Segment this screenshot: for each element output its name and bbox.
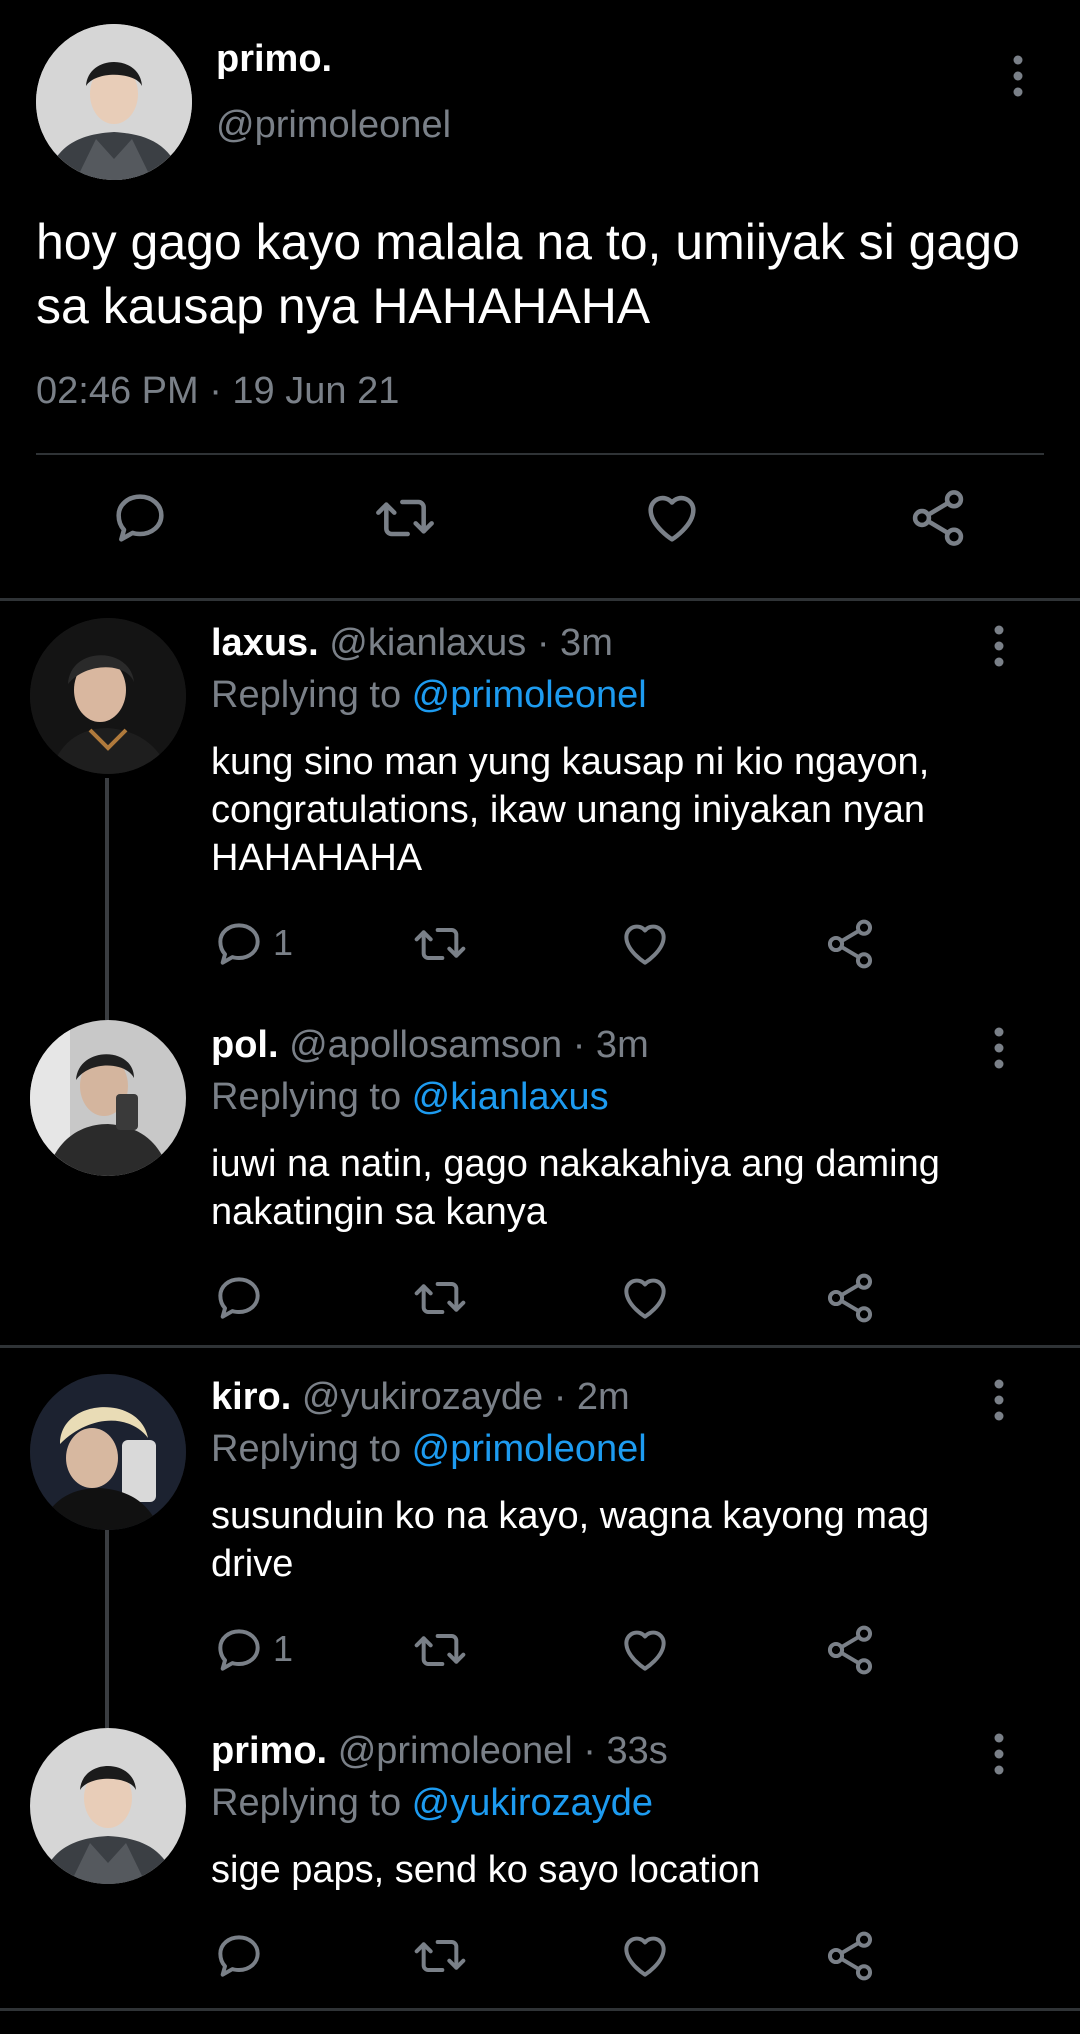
- reply-actions: [211, 1270, 911, 1326]
- reply-actions: 1: [211, 1622, 911, 1678]
- avatar-image: [30, 1020, 186, 1176]
- section-divider: [0, 598, 1080, 601]
- like-icon[interactable]: [617, 1928, 673, 1984]
- more-options-icon[interactable]: [1000, 52, 1036, 100]
- thread-line: [105, 1530, 109, 1728]
- replying-to-label: Replying to: [211, 1076, 412, 1118]
- retweet-icon[interactable]: [412, 1622, 468, 1678]
- tweet-actions: [0, 486, 1080, 570]
- like-icon[interactable]: [617, 1270, 673, 1326]
- replying-to-mention[interactable]: @kianlaxus: [412, 1076, 609, 1118]
- reply-avatar[interactable]: [30, 1728, 186, 1884]
- more-options-icon[interactable]: [981, 1376, 1017, 1424]
- reply-count: 1: [273, 1628, 294, 1669]
- reply-meta: @apollosamson · 3m: [289, 1024, 649, 1066]
- reply-text: sige paps, send ko sayo location: [211, 1849, 761, 1891]
- reply-icon[interactable]: [211, 1928, 267, 1984]
- replying-to-label: Replying to: [211, 1428, 412, 1470]
- reply-icon[interactable]: 1: [211, 1622, 331, 1678]
- reply-text: susunduin ko na kayo, wagna kayong mag d…: [211, 1495, 930, 1585]
- tweet-timestamp: 02:46 PM · 19 Jun 21: [36, 370, 400, 412]
- replying-to-label: Replying to: [211, 674, 412, 716]
- reply-author-name[interactable]: primo.: [211, 1730, 327, 1772]
- reply-author-name[interactable]: kiro.: [211, 1376, 291, 1418]
- author-avatar[interactable]: [36, 24, 192, 180]
- reply-avatar[interactable]: [30, 1374, 186, 1530]
- more-options-icon[interactable]: [981, 622, 1017, 670]
- reply-author-name[interactable]: laxus.: [211, 622, 319, 664]
- share-icon[interactable]: [822, 1270, 878, 1326]
- share-icon[interactable]: [906, 486, 970, 550]
- replying-to-mention[interactable]: @yukirozayde: [412, 1782, 653, 1824]
- like-icon[interactable]: [617, 916, 673, 972]
- avatar-image: [30, 618, 186, 774]
- retweet-icon[interactable]: [412, 1928, 468, 1984]
- author-handle[interactable]: @primoleonel: [216, 104, 451, 147]
- share-icon[interactable]: [822, 916, 878, 972]
- section-divider: [0, 2008, 1080, 2011]
- reply-meta: @kianlaxus · 3m: [329, 622, 613, 664]
- reply-avatar[interactable]: [30, 618, 186, 774]
- reply-text: iuwi na natin, gago nakakahiya ang damin…: [211, 1143, 940, 1233]
- author-name[interactable]: primo.: [216, 38, 332, 81]
- replying-to-mention[interactable]: @primoleonel: [412, 674, 647, 716]
- reply-icon[interactable]: [108, 486, 172, 550]
- reply-icon[interactable]: [211, 1270, 267, 1326]
- reply-meta: @yukirozayde · 2m: [301, 1376, 630, 1418]
- avatar-image: [30, 1374, 186, 1530]
- avatar-image: [36, 24, 192, 180]
- reply-count: 1: [273, 922, 294, 963]
- reply-author-name[interactable]: pol.: [211, 1024, 279, 1066]
- section-divider: [0, 1345, 1080, 1348]
- like-icon[interactable]: [617, 1622, 673, 1678]
- reply-text: kung sino man yung kausap ni kio ngayon,…: [211, 741, 930, 879]
- divider: [36, 453, 1044, 455]
- retweet-icon[interactable]: [412, 916, 468, 972]
- reply-meta: @primoleonel · 33s: [337, 1730, 668, 1772]
- thread-line: [105, 778, 109, 1020]
- reply-icon[interactable]: 1: [211, 916, 331, 972]
- avatar-image: [30, 1728, 186, 1884]
- like-icon[interactable]: [640, 486, 704, 550]
- more-options-icon[interactable]: [981, 1730, 1017, 1778]
- tweet-text: hoy gago kayo malala na to, umiiyak si g…: [36, 214, 1020, 334]
- retweet-icon[interactable]: [412, 1270, 468, 1326]
- reply-actions: [211, 1928, 911, 1984]
- share-icon[interactable]: [822, 1622, 878, 1678]
- replying-to-mention[interactable]: @primoleonel: [412, 1428, 647, 1470]
- reply-actions: 1: [211, 916, 911, 972]
- share-icon[interactable]: [822, 1928, 878, 1984]
- reply-avatar[interactable]: [30, 1020, 186, 1176]
- replying-to-label: Replying to: [211, 1782, 412, 1824]
- retweet-icon[interactable]: [373, 486, 437, 550]
- more-options-icon[interactable]: [981, 1024, 1017, 1072]
